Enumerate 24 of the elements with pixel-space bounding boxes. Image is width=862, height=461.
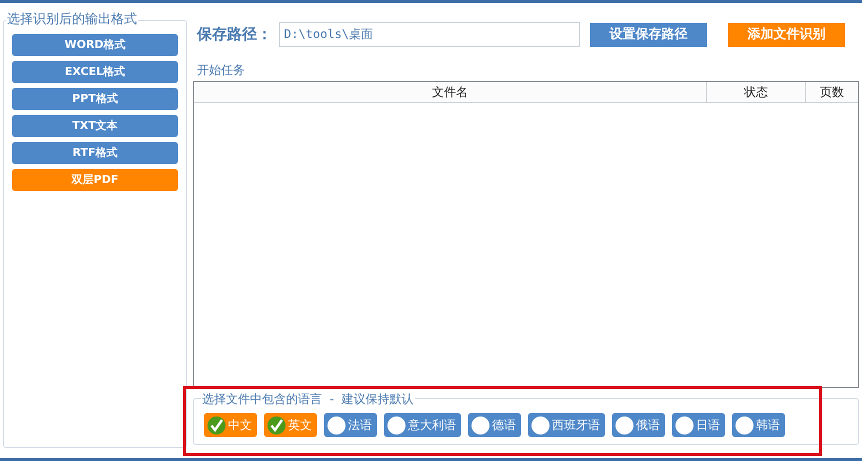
language-toggle[interactable]: 俄语 bbox=[612, 413, 665, 437]
save-path-field[interactable]: D:\tools\桌面 bbox=[279, 22, 580, 47]
format-button[interactable]: PPT格式 bbox=[12, 88, 178, 110]
language-toggle[interactable]: 意大利语 bbox=[384, 413, 461, 437]
start-task-link[interactable]: 开始任务 bbox=[197, 61, 245, 79]
language-toggle[interactable]: 韩语 bbox=[732, 413, 785, 437]
language-toggle[interactable]: 法语 bbox=[324, 413, 377, 437]
action-button[interactable]: 添加文件识别 bbox=[728, 22, 845, 46]
language-toggle[interactable]: 西班牙语 bbox=[528, 413, 605, 437]
format-button[interactable]: RTF格式 bbox=[12, 142, 178, 164]
language-toggle[interactable]: 英文 bbox=[264, 413, 317, 437]
format-button[interactable]: 双层PDF bbox=[12, 169, 178, 191]
language-toggle[interactable]: 德语 bbox=[468, 413, 521, 437]
action-button[interactable]: 设置保存路径 bbox=[590, 22, 707, 46]
column-header[interactable]: 文件名 bbox=[194, 82, 706, 102]
save-path-label: 保存路径： bbox=[196, 24, 273, 46]
group-legend: 选择文件中包含的语言 - 建议保持默认 bbox=[201, 390, 415, 408]
column-header[interactable]: 状态 bbox=[706, 82, 805, 102]
format-button[interactable]: EXCEL格式 bbox=[12, 61, 178, 83]
format-button[interactable]: TXT文本 bbox=[12, 115, 178, 137]
column-header[interactable]: 页数 bbox=[805, 82, 858, 102]
language-toggle[interactable]: 日语 bbox=[672, 413, 725, 437]
format-button[interactable]: WORD格式 bbox=[12, 34, 178, 56]
language-toggle[interactable]: 中文 bbox=[204, 413, 257, 437]
